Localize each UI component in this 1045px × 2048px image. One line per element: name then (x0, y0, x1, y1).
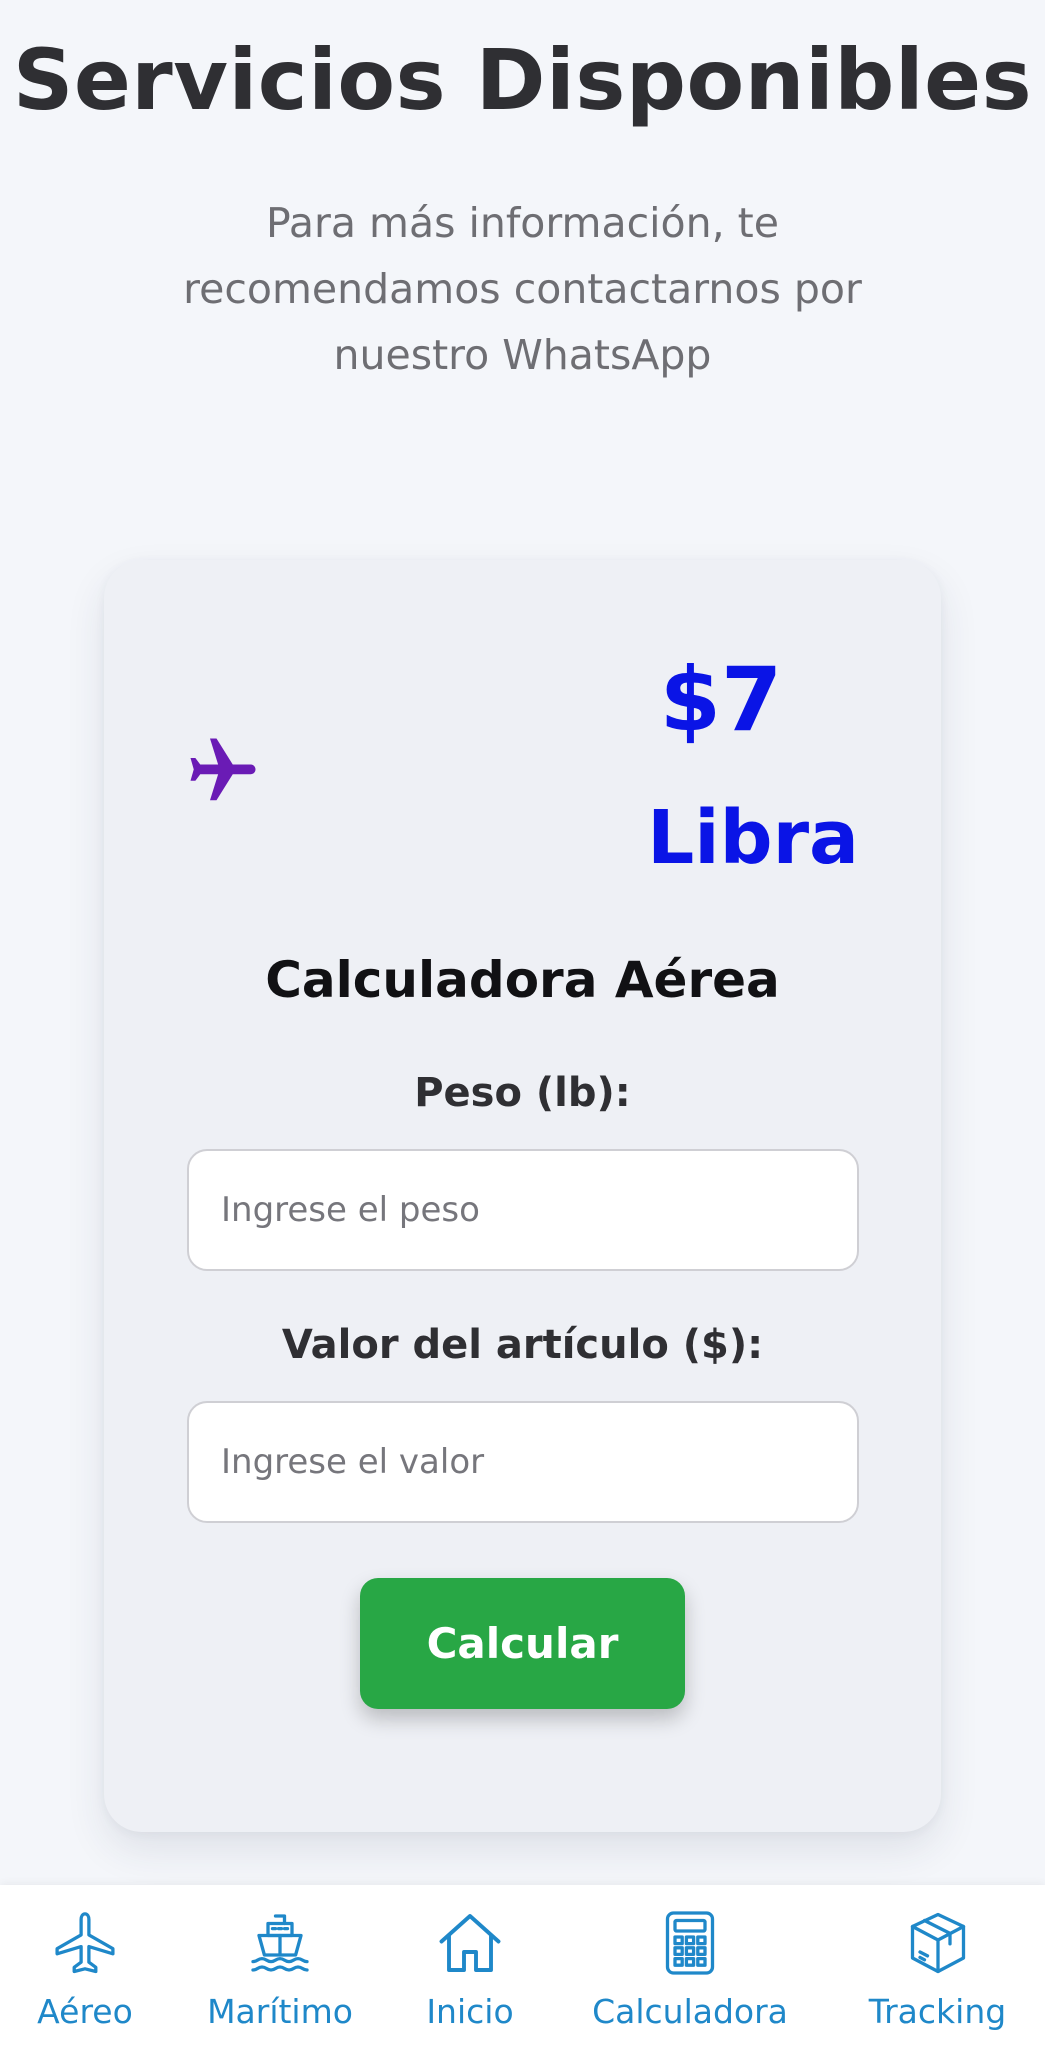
calculator-icon (665, 1911, 715, 1975)
nav-label: Calculadora (592, 1992, 788, 2031)
nav-label: Aéreo (37, 1992, 133, 2031)
nav-item-calculadora[interactable]: Calculadora (580, 1885, 800, 2048)
bottom-nav: Aéreo Marítimo Inicio Calculadora Tracki… (0, 1885, 1045, 2048)
nav-item-inicio[interactable]: Inicio (400, 1885, 540, 2048)
item-value-label: Valor del artículo ($): (281, 1322, 764, 1368)
calculate-button[interactable]: Calcular (360, 1578, 685, 1709)
calculator-title: Calculadora Aérea (265, 951, 780, 1009)
nav-item-maritimo[interactable]: Marítimo (200, 1885, 360, 2048)
ship-icon (251, 1914, 309, 1972)
nav-item-tracking[interactable]: Tracking (855, 1885, 1020, 2048)
page-title: Servicios Disponibles (12, 31, 1033, 129)
airplane-icon (55, 1912, 115, 1974)
package-icon (910, 1912, 965, 1974)
item-value-input[interactable] (187, 1401, 859, 1523)
nav-label: Inicio (426, 1992, 514, 2031)
airplane-icon (190, 738, 256, 801)
price-amount: $7 (659, 648, 783, 751)
nav-item-aereo[interactable]: Aéreo (15, 1885, 155, 2048)
nav-label: Tracking (868, 1992, 1007, 2031)
weight-input[interactable] (187, 1149, 859, 1271)
air-service-card: $7 Libra Calculadora Aérea Peso (lb): Va… (104, 560, 941, 1832)
page-subtitle: Para más información, te recomendamos co… (183, 199, 862, 379)
price-unit: Libra (647, 795, 859, 881)
nav-label: Marítimo (207, 1992, 353, 2031)
weight-label: Peso (lb): (414, 1070, 631, 1116)
home-icon (439, 1914, 501, 1972)
